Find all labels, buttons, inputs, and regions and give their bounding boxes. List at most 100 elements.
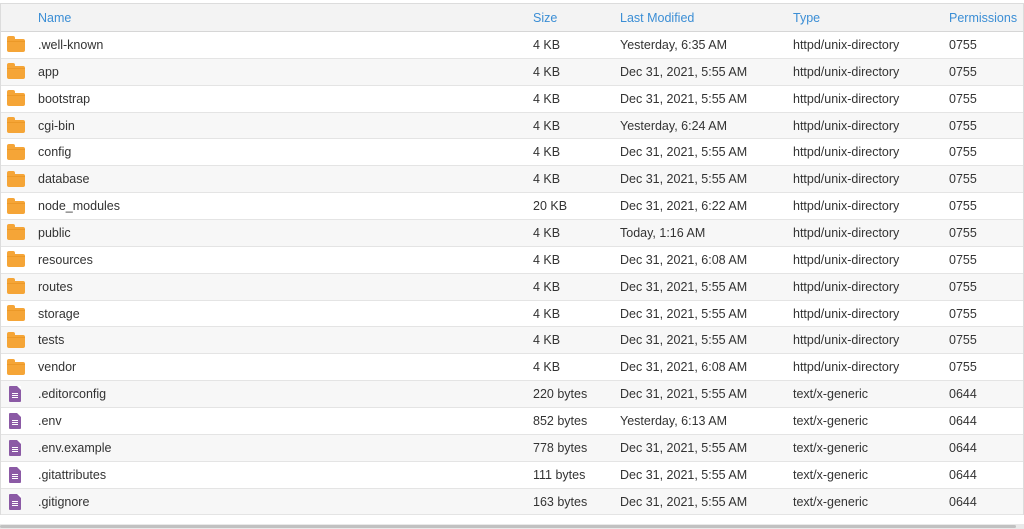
file-modified: Dec 31, 2021, 5:55 AM [620, 279, 748, 294]
folder-icon [7, 63, 25, 80]
table-row[interactable]: .well-known 4 KB Yesterday, 6:35 AM httpd/u… [1, 32, 1023, 59]
file-size: 4 KB [533, 306, 561, 321]
table-row[interactable]: app 4 KB Dec 31, 2021, 5:55 AM httpd/unix-d… [1, 58, 1023, 86]
file-modified: Dec 31, 2021, 5:55 AM [620, 64, 748, 79]
file-name[interactable]: database [38, 166, 518, 192]
file-icon [9, 466, 21, 483]
folder-icon [7, 90, 25, 107]
column-type-header[interactable]: Type [793, 4, 943, 31]
file-modified: Dec 31, 2021, 6:22 AM [620, 199, 748, 214]
table-row[interactable]: .gitattributes 111 bytes Dec 31, 2021, 5:5… [1, 461, 1023, 489]
row-icon-cell [7, 247, 29, 273]
file-type: text/x-generic [793, 467, 869, 482]
file-name[interactable]: vendor [38, 354, 518, 380]
file-name[interactable]: .env [38, 408, 518, 434]
file-size: 4 KB [533, 360, 561, 375]
file-permissions: 0755 [949, 333, 977, 348]
table-row[interactable]: .gitignore 163 bytes Dec 31, 2021, 5:55 AM… [1, 488, 1023, 516]
table-row[interactable]: routes 4 KB Dec 31, 2021, 5:55 AM httpd/uni… [1, 273, 1023, 301]
file-name[interactable]: resources [38, 247, 518, 273]
table-row[interactable]: config 4 KB Dec 31, 2021, 5:55 AM httpd/uni… [1, 139, 1023, 167]
column-size-header[interactable]: Size [533, 4, 613, 31]
file-modified: Yesterday, 6:24 AM [620, 118, 728, 133]
file-name[interactable]: routes [38, 274, 518, 300]
file-permissions: 0755 [949, 118, 977, 133]
file-size: 111 bytes [533, 467, 586, 482]
row-icon-cell [7, 301, 29, 327]
file-name[interactable]: tests [38, 327, 518, 353]
file-permissions: 0644 [949, 413, 977, 428]
file-name[interactable]: .gitignore [38, 489, 518, 515]
table-row[interactable]: public 4 KB Today, 1:16 AM httpd/unix-direc… [1, 220, 1023, 247]
column-modified-header[interactable]: Last Modified [620, 4, 780, 31]
file-permissions: 0644 [949, 387, 977, 402]
file-type: httpd/unix-directory [793, 91, 900, 106]
horizontal-scrollbar[interactable] [0, 524, 1024, 529]
file-table: Name Size Last Modified Type Permissions… [0, 3, 1024, 516]
table-row[interactable]: cgi-bin 4 KB Yesterday, 6:24 AM httpd/unix-… [1, 112, 1023, 140]
table-row[interactable]: storage 4 KB Dec 31, 2021, 5:55 AM httpd/un… [1, 300, 1023, 328]
table-row[interactable]: vendor 4 KB Dec 31, 2021, 6:08 AM httpd/uni… [1, 354, 1023, 382]
table-row[interactable]: .env 852 bytes Yesterday, 6:13 AM text/x-ge… [1, 408, 1023, 435]
file-type: text/x-generic [793, 387, 869, 402]
file-modified: Yesterday, 6:13 AM [620, 413, 728, 428]
file-permissions: 0755 [949, 37, 977, 52]
table-row[interactable]: database 4 KB Dec 31, 2021, 5:55 AM httpd/u… [1, 166, 1023, 194]
column-permissions-header[interactable]: Permissions [949, 4, 1021, 31]
file-manager: Name Size Last Modified Type Permissions… [0, 0, 1024, 529]
file-type: httpd/unix-directory [793, 333, 900, 348]
file-name[interactable]: bootstrap [38, 86, 518, 112]
file-type: httpd/unix-directory [793, 64, 900, 79]
row-icon-cell [7, 354, 29, 380]
row-icon-cell [7, 381, 29, 407]
folder-icon [7, 251, 25, 268]
file-name[interactable]: node_modules [38, 193, 518, 219]
file-type: httpd/unix-directory [793, 199, 900, 214]
file-name[interactable]: cgi-bin [38, 113, 518, 139]
folder-icon [7, 197, 25, 214]
file-permissions: 0644 [949, 440, 977, 455]
file-size: 4 KB [533, 91, 561, 106]
file-size: 4 KB [533, 118, 561, 133]
file-modified: Dec 31, 2021, 5:55 AM [620, 333, 748, 348]
file-name[interactable]: config [38, 139, 518, 165]
file-permissions: 0755 [949, 64, 977, 79]
table-row[interactable]: node_modules 20 KB Dec 31, 2021, 6:22 AM ht… [1, 193, 1023, 221]
column-name-header[interactable]: Name [38, 4, 518, 31]
file-size: 4 KB [533, 252, 561, 267]
folder-icon [7, 143, 25, 160]
folder-icon [7, 278, 25, 295]
file-size: 852 bytes [533, 413, 588, 428]
folder-icon [7, 170, 25, 187]
file-name[interactable]: .editorconfig [38, 381, 518, 407]
file-permissions: 0755 [949, 91, 977, 106]
table-row[interactable]: .env.example 778 bytes Dec 31, 2021, 5:55 … [1, 434, 1023, 462]
file-modified: Dec 31, 2021, 5:55 AM [620, 306, 748, 321]
file-name[interactable]: .env.example [38, 435, 518, 461]
file-permissions: 0755 [949, 252, 977, 267]
file-type: httpd/unix-directory [793, 145, 900, 160]
table-row[interactable]: tests 4 KB Dec 31, 2021, 5:55 AM httpd/unix… [1, 327, 1023, 355]
file-size: 4 KB [533, 279, 561, 294]
row-icon-cell [7, 408, 29, 434]
folder-icon [7, 358, 25, 375]
folder-icon [7, 331, 25, 348]
file-size: 20 KB [533, 199, 568, 214]
table-row[interactable]: resources 4 KB Dec 31, 2021, 6:08 AM httpd/… [1, 246, 1023, 274]
table-row[interactable]: bootstrap 4 KB Dec 31, 2021, 5:55 AM httpd/… [1, 85, 1023, 113]
file-name[interactable]: app [38, 59, 518, 85]
file-type: httpd/unix-directory [793, 252, 900, 267]
file-name[interactable]: public [38, 220, 518, 246]
table-body: .well-known 4 KB Yesterday, 6:35 AM httpd/u… [1, 32, 1023, 516]
scrollbar-thumb[interactable] [0, 525, 1016, 528]
file-type: httpd/unix-directory [793, 225, 900, 240]
file-type: httpd/unix-directory [793, 172, 900, 187]
file-name[interactable]: storage [38, 301, 518, 327]
table-row[interactable]: .editorconfig 220 bytes Dec 31, 2021, 5:55… [1, 381, 1023, 409]
file-name[interactable]: .gitattributes [38, 462, 518, 488]
file-permissions: 0755 [949, 145, 977, 160]
row-icon-cell [7, 489, 29, 515]
file-modified: Dec 31, 2021, 5:55 AM [620, 440, 748, 455]
file-name[interactable]: .well-known [38, 32, 518, 58]
folder-icon [7, 36, 25, 53]
